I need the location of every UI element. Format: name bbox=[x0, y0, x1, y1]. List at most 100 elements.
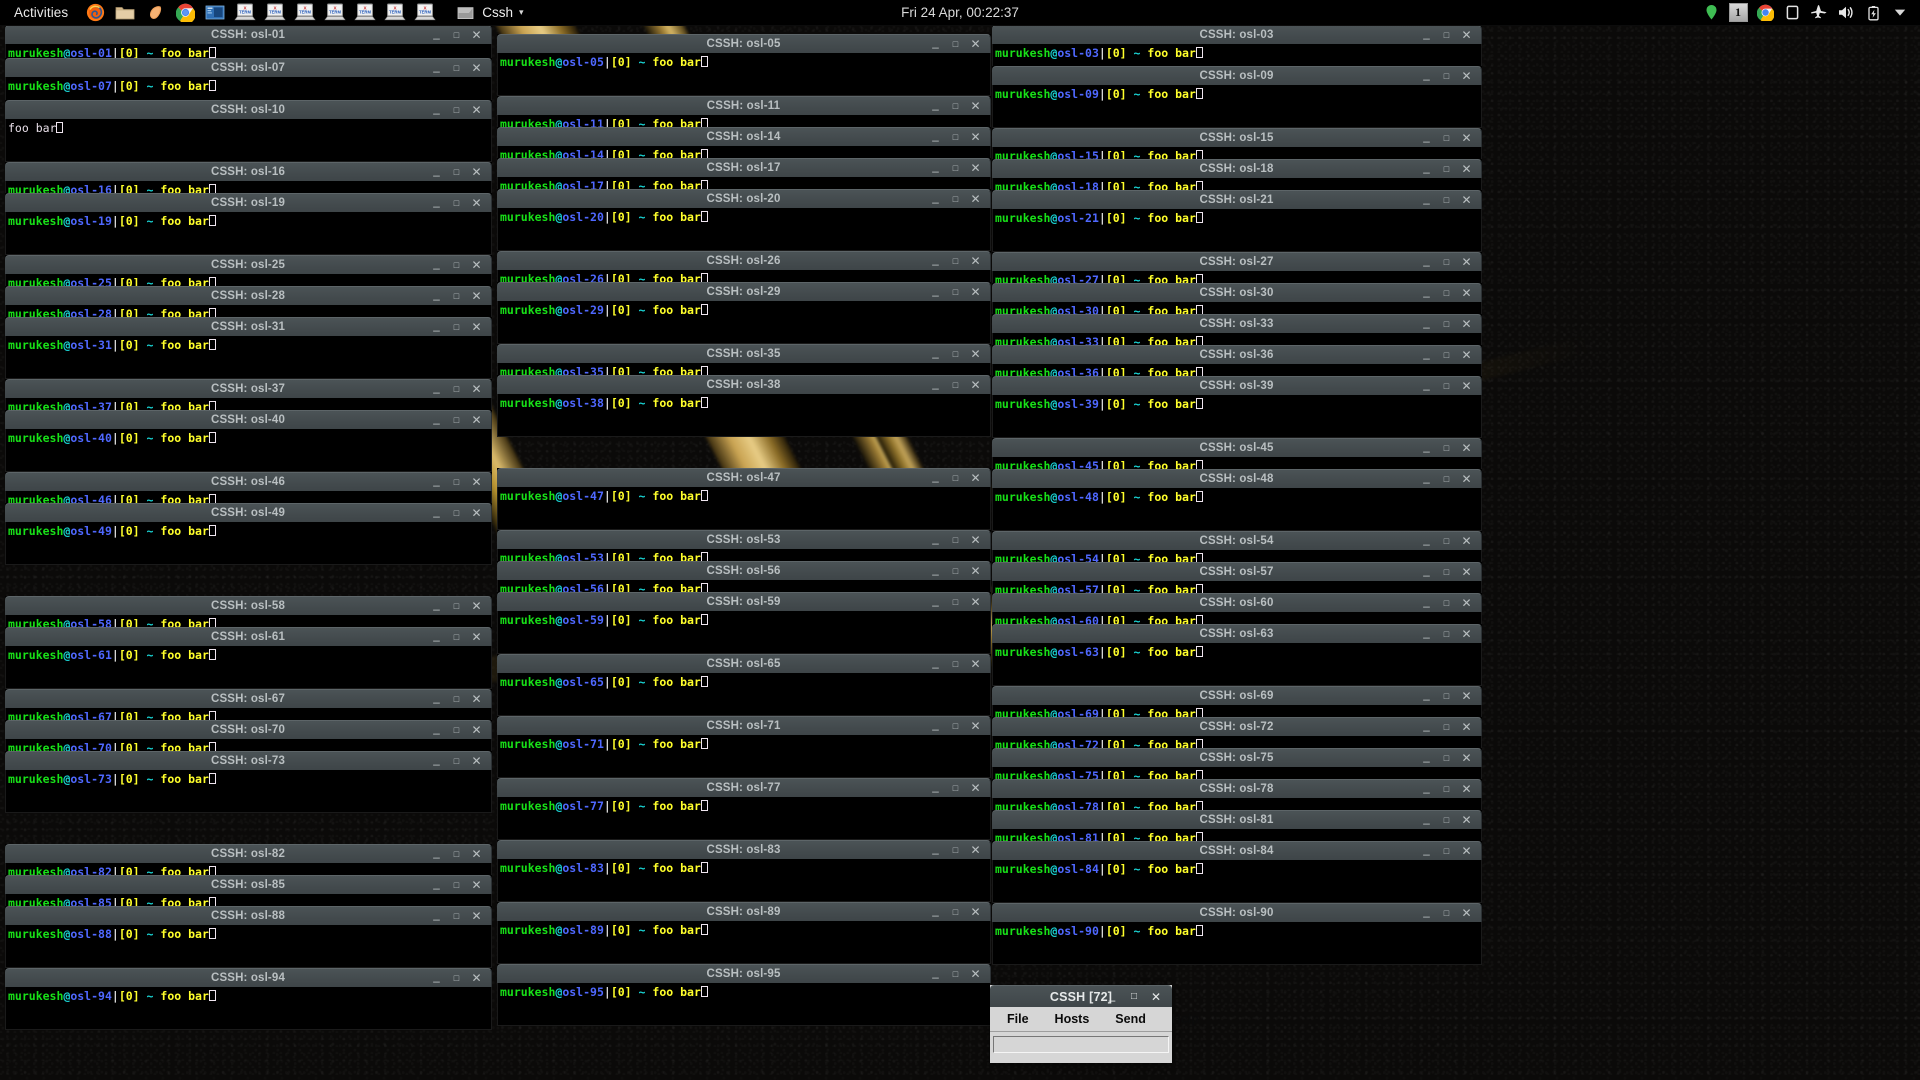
maximize-button[interactable]: □ bbox=[1441, 133, 1452, 144]
close-button[interactable]: ✕ bbox=[970, 596, 981, 608]
maximize-button[interactable]: □ bbox=[451, 384, 462, 395]
maximize-button[interactable]: □ bbox=[451, 167, 462, 178]
terminal-titlebar[interactable]: CSSH: osl-54 – □ ✕ bbox=[992, 531, 1482, 550]
minimize-button[interactable]: – bbox=[1421, 321, 1432, 333]
minimize-button[interactable]: – bbox=[1421, 383, 1432, 395]
terminal-body[interactable]: murukesh@osl-29|[0] ~ foo bar bbox=[497, 301, 991, 344]
minimize-button[interactable]: – bbox=[431, 107, 442, 119]
maximize-button[interactable]: □ bbox=[950, 349, 961, 360]
terminal-titlebar[interactable]: CSSH: osl-35 – □ ✕ bbox=[497, 344, 991, 363]
terminal-titlebar[interactable]: CSSH: osl-10 – □ ✕ bbox=[5, 100, 492, 119]
close-button[interactable]: ✕ bbox=[1461, 752, 1472, 764]
minimize-button[interactable]: – bbox=[1421, 569, 1432, 581]
minimize-button[interactable]: – bbox=[930, 661, 941, 673]
minimize-button[interactable]: – bbox=[1106, 993, 1118, 1007]
minimize-button[interactable]: – bbox=[1421, 476, 1432, 488]
terminal-titlebar[interactable]: CSSH: osl-78 – □ ✕ bbox=[992, 779, 1482, 798]
app-menu[interactable]: Cssh ▾ bbox=[454, 2, 524, 24]
close-button[interactable]: ✕ bbox=[471, 383, 482, 395]
maximize-button[interactable]: □ bbox=[1441, 629, 1452, 640]
minimize-button[interactable]: – bbox=[1421, 786, 1432, 798]
close-button[interactable]: ✕ bbox=[1461, 70, 1472, 82]
maximize-button[interactable]: □ bbox=[451, 911, 462, 922]
close-button[interactable]: ✕ bbox=[970, 565, 981, 577]
minimize-button[interactable]: – bbox=[431, 262, 442, 274]
minimize-button[interactable]: – bbox=[431, 386, 442, 398]
terminal-body[interactable]: murukesh@osl-63|[0] ~ foo bar bbox=[992, 643, 1482, 686]
minimize-button[interactable]: – bbox=[930, 165, 941, 177]
terminal-titlebar[interactable]: CSSH: osl-70 – □ ✕ bbox=[5, 720, 492, 739]
chevron-down-icon[interactable] bbox=[1888, 2, 1912, 24]
terminal-titlebar[interactable]: CSSH: osl-07 – □ ✕ bbox=[5, 58, 492, 77]
minimize-button[interactable]: – bbox=[431, 510, 442, 522]
maximize-button[interactable]: □ bbox=[950, 845, 961, 856]
maximize-button[interactable]: □ bbox=[451, 880, 462, 891]
terminal-body[interactable]: murukesh@osl-88|[0] ~ foo bar bbox=[5, 925, 492, 968]
maximize-button[interactable]: □ bbox=[451, 415, 462, 426]
maximize-button[interactable]: □ bbox=[950, 132, 961, 143]
maximize-button[interactable]: □ bbox=[1441, 443, 1452, 454]
minimize-button[interactable]: – bbox=[930, 475, 941, 487]
terminal-window[interactable]: CSSH: osl-61 – □ ✕ murukesh@osl-61|[0] ~ foo… bbox=[5, 627, 492, 689]
minimize-button[interactable]: – bbox=[431, 758, 442, 770]
terminal-titlebar[interactable]: CSSH: osl-90 – □ ✕ bbox=[992, 903, 1482, 922]
close-button[interactable]: ✕ bbox=[1461, 318, 1472, 330]
minimize-button[interactable]: – bbox=[431, 851, 442, 863]
terminal-window[interactable]: CSSH: osl-89 – □ ✕ murukesh@osl-89|[0] ~ foo… bbox=[497, 902, 991, 964]
minimize-button[interactable]: – bbox=[930, 785, 941, 797]
close-button[interactable]: ✕ bbox=[471, 724, 482, 736]
close-button[interactable]: ✕ bbox=[970, 906, 981, 918]
terminal-body[interactable]: murukesh@osl-39|[0] ~ foo bar bbox=[992, 395, 1482, 438]
terminal-titlebar[interactable]: CSSH: osl-03 – □ ✕ bbox=[992, 25, 1482, 44]
terminal-titlebar[interactable]: CSSH: osl-11 – □ ✕ bbox=[497, 96, 991, 115]
maximize-button[interactable]: □ bbox=[950, 535, 961, 546]
terminal-body[interactable]: murukesh@osl-61|[0] ~ foo bar bbox=[5, 646, 492, 689]
terminal-titlebar[interactable]: CSSH: osl-28 – □ ✕ bbox=[5, 286, 492, 305]
maximize-button[interactable]: □ bbox=[950, 39, 961, 50]
maximize-button[interactable]: □ bbox=[451, 105, 462, 116]
maximize-button[interactable]: □ bbox=[950, 287, 961, 298]
terminal-titlebar[interactable]: CSSH: osl-67 – □ ✕ bbox=[5, 689, 492, 708]
terminal-titlebar[interactable]: CSSH: osl-63 – □ ✕ bbox=[992, 624, 1482, 643]
close-button[interactable]: ✕ bbox=[1461, 163, 1472, 175]
minimize-button[interactable]: – bbox=[1421, 259, 1432, 271]
terminal-titlebar[interactable]: CSSH: osl-59 – □ ✕ bbox=[497, 592, 991, 611]
maximize-button[interactable]: □ bbox=[950, 194, 961, 205]
minimize-button[interactable]: – bbox=[930, 599, 941, 611]
terminal-window[interactable]: CSSH: osl-31 – □ ✕ murukesh@osl-31|[0] ~ foo… bbox=[5, 317, 492, 379]
terminal-titlebar[interactable]: CSSH: osl-58 – □ ✕ bbox=[5, 596, 492, 615]
maximize-button[interactable]: □ bbox=[451, 198, 462, 209]
terminal-window[interactable]: CSSH: osl-19 – □ ✕ murukesh@osl-19|[0] ~ foo… bbox=[5, 193, 492, 255]
close-button[interactable]: ✕ bbox=[471, 197, 482, 209]
firefox-icon[interactable] bbox=[81, 2, 109, 24]
maximize-button[interactable]: □ bbox=[1441, 30, 1452, 41]
close-button[interactable]: ✕ bbox=[471, 910, 482, 922]
maximize-button[interactable]: □ bbox=[1441, 846, 1452, 857]
terminal-titlebar[interactable]: CSSH: osl-49 – □ ✕ bbox=[5, 503, 492, 522]
terminal-titlebar[interactable]: CSSH: osl-15 – □ ✕ bbox=[992, 128, 1482, 147]
terminal-titlebar[interactable]: CSSH: osl-69 – □ ✕ bbox=[992, 686, 1482, 705]
minimize-button[interactable]: – bbox=[1421, 910, 1432, 922]
terminal-window[interactable]: CSSH: osl-39 – □ ✕ murukesh@osl-39|[0] ~ foo… bbox=[992, 376, 1482, 438]
close-button[interactable]: ✕ bbox=[970, 844, 981, 856]
close-button[interactable]: ✕ bbox=[970, 658, 981, 670]
maximize-button[interactable]: □ bbox=[1441, 598, 1452, 609]
close-button[interactable]: ✕ bbox=[970, 348, 981, 360]
terminal-titlebar[interactable]: CSSH: osl-73 – □ ✕ bbox=[5, 751, 492, 770]
terminal-titlebar[interactable]: CSSH: osl-33 – □ ✕ bbox=[992, 314, 1482, 333]
cssh-command-entry[interactable] bbox=[993, 1036, 1169, 1053]
close-button[interactable]: ✕ bbox=[1461, 442, 1472, 454]
terminal-titlebar[interactable]: CSSH: osl-25 – □ ✕ bbox=[5, 255, 492, 274]
close-button[interactable]: ✕ bbox=[1461, 194, 1472, 206]
close-button[interactable]: ✕ bbox=[1461, 29, 1472, 41]
terminal-window[interactable]: CSSH: osl-05 – □ ✕ murukesh@osl-05|[0] ~ foo… bbox=[497, 34, 991, 96]
terminal-titlebar[interactable]: CSSH: osl-26 – □ ✕ bbox=[497, 251, 991, 270]
close-button[interactable]: ✕ bbox=[1461, 628, 1472, 640]
terminal-titlebar[interactable]: CSSH: osl-39 – □ ✕ bbox=[992, 376, 1482, 395]
minimize-button[interactable]: – bbox=[431, 634, 442, 646]
terminal-titlebar[interactable]: CSSH: osl-81 – □ ✕ bbox=[992, 810, 1482, 829]
terminal-body[interactable]: murukesh@osl-83|[0] ~ foo bar bbox=[497, 859, 991, 902]
close-button[interactable]: ✕ bbox=[1461, 597, 1472, 609]
minimize-button[interactable]: – bbox=[930, 103, 941, 115]
terminal-titlebar[interactable]: CSSH: osl-16 – □ ✕ bbox=[5, 162, 492, 181]
